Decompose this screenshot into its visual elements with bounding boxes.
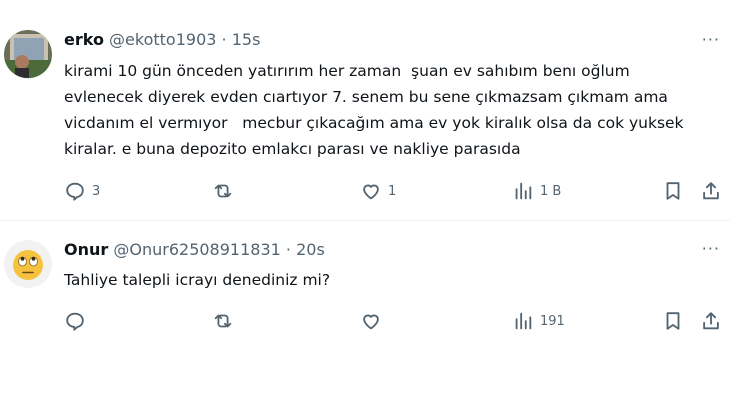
heart-icon [363,184,379,200]
reply-icon [66,312,84,331]
bookmark-button[interactable] [662,309,684,333]
retweet-button[interactable] [212,179,240,203]
reply-button[interactable]: 3 [64,179,100,203]
heart-icon [363,314,379,330]
views-icon [515,312,532,330]
retweet-button[interactable] [212,309,240,333]
timestamp[interactable]: 20s [296,240,325,259]
tweet-header: erko @ekotto1903 · 15s [64,30,260,49]
more-options-icon[interactable]: ··· [702,30,720,49]
reply-button[interactable] [64,309,92,333]
reply-icon [66,182,84,201]
share-button[interactable] [700,179,722,203]
display-name[interactable]: erko [64,30,104,49]
like-button[interactable] [360,309,388,333]
views-button[interactable]: 1 B [512,179,561,203]
timestamp[interactable]: 15s [232,30,261,49]
divider [0,220,730,221]
tweet-text: Tahliye talepli icrayı denediniz mi? [64,271,331,289]
display-name[interactable]: Onur [64,240,108,259]
retweet-icon [214,314,232,328]
bookmark-icon [666,312,680,330]
share-icon [703,182,719,200]
views-count: 191 [540,313,565,329]
handle[interactable]: @ekotto1903 [109,30,216,49]
eye-roll-emoji-icon [13,250,43,280]
like-count: 1 [388,183,397,199]
handle[interactable]: @Onur62508911831 [113,240,280,259]
share-icon [703,312,719,330]
views-button[interactable]: 191 [512,309,565,333]
tweet-text: kirami 10 gün önceden yatırırım her zama… [64,62,689,158]
avatar[interactable] [4,30,52,79]
views-count: 1 B [540,183,562,199]
separator: · [221,30,227,49]
bookmark-icon [666,182,680,200]
separator: · [285,240,291,259]
reply-count: 3 [92,183,101,199]
action-bar: 3 1 1 B [64,179,724,203]
like-button[interactable]: 1 [360,179,396,203]
retweet-icon [214,184,232,198]
share-button[interactable] [700,309,722,333]
more-options-icon[interactable]: ··· [702,239,720,258]
views-icon [515,182,532,200]
tweet-header: Onur @Onur62508911831 · 20s [64,240,325,259]
avatar[interactable] [4,240,52,288]
action-bar: 191 [64,309,724,333]
bookmark-button[interactable] [662,179,684,203]
